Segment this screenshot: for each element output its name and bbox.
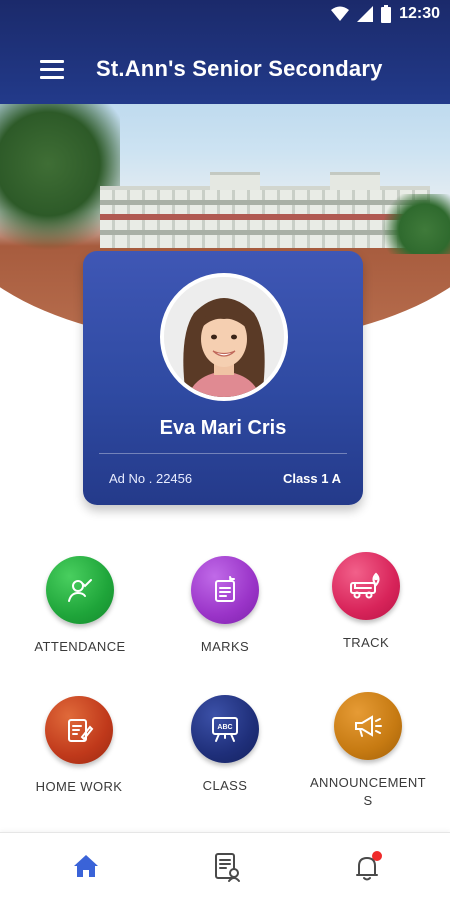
battery-icon bbox=[381, 5, 392, 23]
megaphone-icon bbox=[334, 692, 402, 760]
menu-item-marks[interactable]: MARKS bbox=[160, 556, 290, 656]
signal-icon bbox=[357, 6, 374, 22]
status-time: 12:30 bbox=[399, 5, 440, 22]
wifi-icon bbox=[331, 6, 350, 21]
menu-label-announcements: ANNOUNCEMENT S bbox=[309, 775, 427, 808]
nav-notifications[interactable] bbox=[352, 851, 384, 883]
attendance-icon bbox=[46, 556, 114, 624]
class-label: Class 1 A bbox=[282, 471, 341, 486]
menu-label-attendance: ATTENDANCE bbox=[34, 639, 126, 654]
app-title: St.Ann's Senior Secondary bbox=[96, 56, 383, 81]
nav-home[interactable] bbox=[71, 851, 103, 883]
status-bar: 12:30 bbox=[0, 0, 450, 30]
app-header: 12:30 St.Ann's Senior Secondary bbox=[0, 0, 450, 104]
menu-label-track: TRACK bbox=[342, 635, 390, 650]
menu-item-announcements[interactable]: ANNOUNCEMENT S bbox=[303, 692, 433, 810]
bottom-navigation bbox=[0, 832, 450, 900]
homework-icon bbox=[45, 696, 113, 764]
marks-icon bbox=[191, 556, 259, 624]
menu-label-class: CLASS bbox=[202, 778, 248, 793]
hamburger-menu-icon[interactable] bbox=[40, 60, 66, 80]
home-icon bbox=[74, 855, 98, 877]
status-icons: 12:30 bbox=[331, 5, 440, 23]
svg-text:ABC: ABC bbox=[217, 724, 232, 731]
admission-number: Ad No . 22456 bbox=[109, 471, 193, 486]
menu-item-homework[interactable]: HOME WORK bbox=[14, 696, 144, 796]
menu-label-homework: HOME WORK bbox=[35, 779, 123, 794]
menu-label-marks: MARKS bbox=[200, 639, 250, 654]
bus-track-icon bbox=[332, 552, 400, 620]
notification-badge bbox=[372, 851, 382, 861]
class-board-icon: ABC bbox=[191, 695, 259, 763]
student-avatar bbox=[160, 273, 288, 401]
menu-item-class[interactable]: ABC CLASS bbox=[160, 695, 290, 795]
student-name: Eva Mari Cris bbox=[159, 417, 287, 439]
student-profile-card[interactable]: Eva Mari Cris Ad No . 22456 Class 1 A bbox=[83, 251, 363, 505]
menu-item-track[interactable]: TRACK bbox=[301, 552, 431, 652]
card-divider bbox=[99, 453, 347, 454]
report-icon bbox=[215, 853, 240, 882]
tree-right bbox=[380, 194, 450, 254]
menu-item-attendance[interactable]: ATTENDANCE bbox=[15, 556, 145, 656]
nav-report[interactable] bbox=[212, 851, 244, 883]
app-bar: St.Ann's Senior Secondary bbox=[0, 44, 450, 96]
